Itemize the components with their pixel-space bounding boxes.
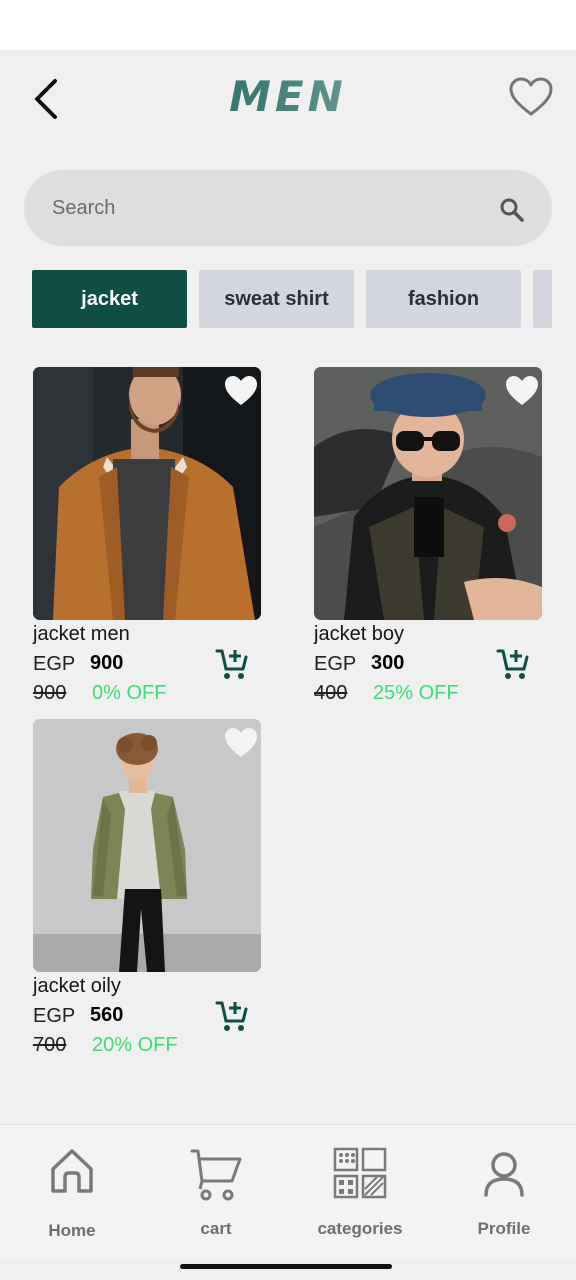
nav-categories[interactable]: categories (288, 1125, 432, 1259)
product-price: 300 (371, 652, 405, 674)
add-to-cart-icon[interactable] (496, 647, 530, 681)
search-input[interactable] (52, 170, 482, 246)
bottom-nav: Home cart categories Profile (0, 1124, 576, 1258)
product-name: jacket boy (314, 623, 405, 645)
old-price: 900 (33, 682, 67, 704)
categories-icon (333, 1147, 387, 1199)
add-to-cart-icon[interactable] (215, 647, 249, 681)
category-chips: jacket sweat shirt fashion (32, 270, 552, 328)
page-title: MEN (0, 72, 576, 121)
heart-outline-icon (509, 77, 553, 116)
chip-jacket[interactable]: jacket (32, 270, 187, 328)
old-price: 400 (314, 682, 348, 704)
product-image[interactable] (314, 367, 542, 620)
wishlist-button[interactable] (506, 74, 556, 120)
price-currency: EGP (314, 653, 357, 675)
product-card[interactable]: jacket oily EGP 560 700 20% OFF (33, 719, 261, 1059)
search-bar (24, 170, 552, 246)
price-currency: EGP (33, 1005, 76, 1027)
add-to-cart-icon[interactable] (215, 999, 249, 1033)
product-price: 560 (90, 1004, 124, 1026)
chip-fashion[interactable]: fashion (366, 270, 521, 328)
home-indicator (180, 1264, 392, 1269)
nav-cart-label: cart (200, 1219, 232, 1238)
heart-icon[interactable] (223, 375, 259, 407)
product-price: 900 (90, 652, 124, 674)
heart-icon[interactable] (223, 727, 259, 759)
price-currency: EGP (33, 653, 76, 675)
discount-label: 0% OFF (92, 682, 167, 704)
product-name: jacket oily (33, 975, 121, 997)
nav-cart[interactable]: cart (144, 1125, 288, 1259)
nav-profile[interactable]: Profile (432, 1125, 576, 1259)
chip-sweat-shirt[interactable]: sweat shirt (199, 270, 354, 328)
nav-categories-label: categories (317, 1219, 403, 1238)
cart-icon (190, 1149, 242, 1201)
discount-label: 25% OFF (373, 682, 459, 704)
heart-icon[interactable] (504, 375, 540, 407)
nav-profile-label: Profile (477, 1219, 531, 1238)
status-bar (0, 0, 576, 50)
nav-home[interactable]: Home (0, 1125, 144, 1259)
discount-label: 20% OFF (92, 1034, 178, 1056)
product-image[interactable] (33, 719, 261, 972)
nav-home-label: Home (48, 1221, 96, 1240)
search-icon[interactable] (498, 196, 526, 224)
product-card[interactable]: jacket boy EGP 300 400 25% OFF (314, 367, 542, 707)
chip-partial[interactable] (533, 270, 552, 328)
product-name: jacket men (33, 623, 130, 645)
product-image[interactable] (33, 367, 261, 620)
old-price: 700 (33, 1034, 67, 1056)
profile-icon (484, 1152, 524, 1197)
product-card[interactable]: jacket men EGP 900 900 0% OFF (33, 367, 261, 707)
home-icon (51, 1149, 93, 1193)
